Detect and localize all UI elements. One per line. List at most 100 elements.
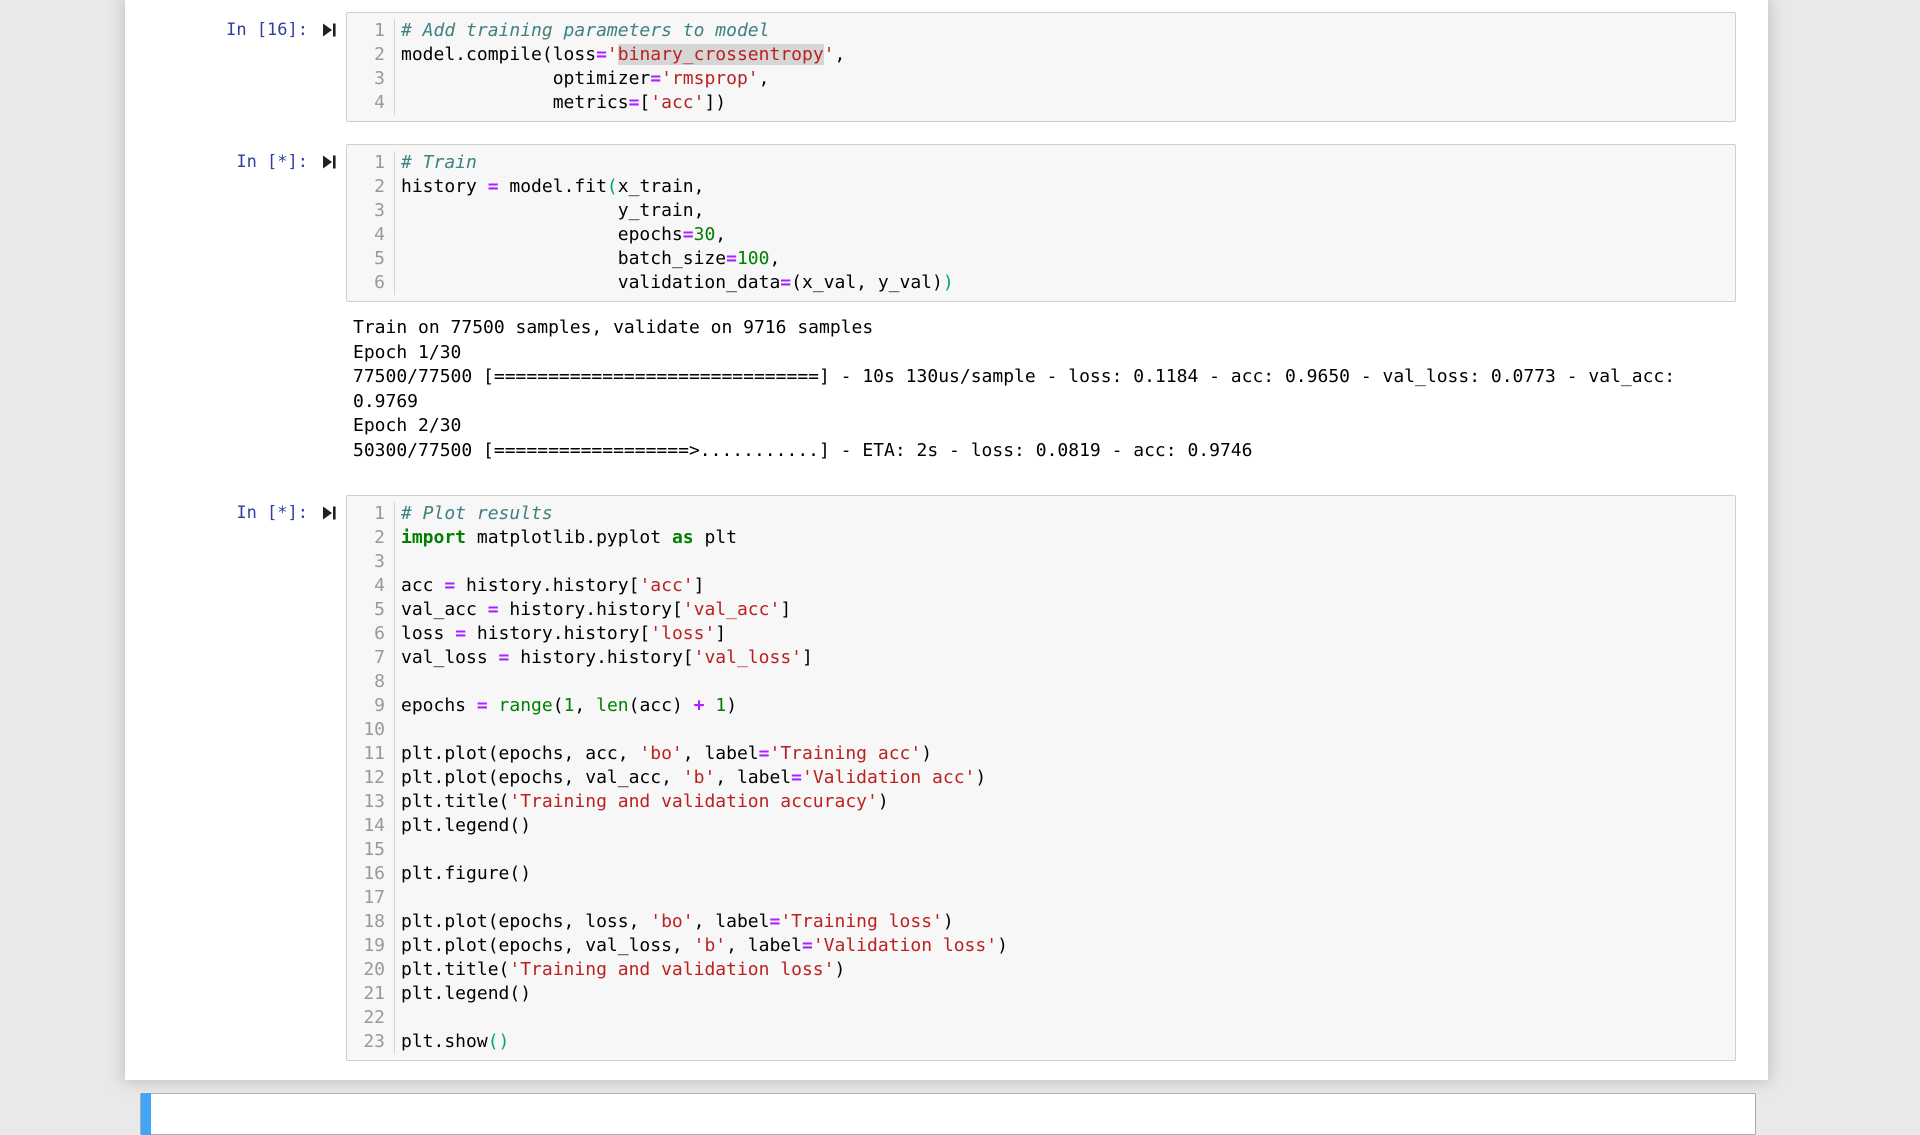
input-prompt: In [*]: [236,152,308,172]
code-line: plt.plot(epochs, loss, 'bo', label='Trai… [401,910,1735,934]
line-number: 4 [347,574,385,598]
line-number: 15 [347,838,385,862]
line-number: 22 [347,1006,385,1030]
line-number: 14 [347,814,385,838]
code-line: plt.plot(epochs, val_loss, 'b', label='V… [401,934,1735,958]
code-line: history = model.fit(x_train, [401,175,1735,199]
line-numbers: 1234 [347,19,395,115]
input-prompt: In [*]: [236,503,308,523]
input-prompt: In [16]: [226,20,308,40]
line-number: 11 [347,742,385,766]
cell-output: Train on 77500 samples, validate on 9716… [346,302,1768,463]
code-cell: In [16]:1234# Add training parameters to… [125,12,1768,122]
line-number: 17 [347,886,385,910]
line-number: 3 [347,199,385,223]
line-number: 16 [347,862,385,886]
code-line: plt.figure() [401,862,1735,886]
line-number: 1 [347,151,385,175]
code-line [401,838,1735,862]
run-cell-icon[interactable] [321,505,337,526]
code-line: # Train [401,151,1735,175]
code-line: epochs = range(1, len(acc) + 1) [401,694,1735,718]
code-cell: In [*]:123456# Trainhistory = model.fit(… [125,144,1768,463]
selected-cell-indicator [141,1093,151,1135]
code-content: # Trainhistory = model.fit(x_train, y_tr… [395,151,1735,295]
line-number: 2 [347,43,385,67]
code-editor[interactable]: 1234567891011121314151617181920212223# P… [346,495,1736,1061]
code-line: loss = history.history['loss'] [401,622,1735,646]
code-line: plt.plot(epochs, val_acc, 'b', label='Va… [401,766,1735,790]
code-line: plt.title('Training and validation loss'… [401,958,1735,982]
code-line: epochs=30, [401,223,1735,247]
line-number: 1 [347,19,385,43]
code-line: batch_size=100, [401,247,1735,271]
code-line [401,550,1735,574]
line-number: 9 [347,694,385,718]
line-number: 2 [347,175,385,199]
code-line: plt.legend() [401,814,1735,838]
code-editor[interactable]: 1234# Add training parameters to modelmo… [346,12,1736,122]
code-line: metrics=['acc']) [401,91,1735,115]
code-line: # Add training parameters to model [401,19,1735,43]
line-number: 5 [347,247,385,271]
notebook-container: In [16]:1234# Add training parameters to… [125,0,1768,1080]
line-number: 3 [347,550,385,574]
line-number: 13 [347,790,385,814]
code-content: # Plot resultsimport matplotlib.pyplot a… [395,502,1735,1054]
code-line [401,670,1735,694]
code-line: plt.legend() [401,982,1735,1006]
line-number: 6 [347,622,385,646]
line-number: 23 [347,1030,385,1054]
output-line: Epoch 1/30 [353,341,1768,366]
line-numbers: 123456 [347,151,395,295]
line-number: 12 [347,766,385,790]
line-number: 6 [347,271,385,295]
next-cell-partial[interactable] [140,1093,1756,1135]
code-line: import matplotlib.pyplot as plt [401,526,1735,550]
line-number: 21 [347,982,385,1006]
code-line: plt.title('Training and validation accur… [401,790,1735,814]
code-line: validation_data=(x_val, y_val)) [401,271,1735,295]
line-number: 4 [347,223,385,247]
line-number: 3 [347,67,385,91]
line-number: 19 [347,934,385,958]
code-line: acc = history.history['acc'] [401,574,1735,598]
line-number: 4 [347,91,385,115]
code-line: # Plot results [401,502,1735,526]
code-content: # Add training parameters to modelmodel.… [395,19,1735,115]
line-number: 20 [347,958,385,982]
code-line [401,718,1735,742]
line-number: 7 [347,646,385,670]
output-line: 0.9769 [353,390,1768,415]
code-line: val_acc = history.history['val_acc'] [401,598,1735,622]
code-line [401,1006,1735,1030]
code-editor[interactable]: 123456# Trainhistory = model.fit(x_train… [346,144,1736,302]
run-cell-icon[interactable] [321,22,337,43]
line-number: 8 [347,670,385,694]
line-numbers: 1234567891011121314151617181920212223 [347,502,395,1054]
output-line: Train on 77500 samples, validate on 9716… [353,316,1768,341]
code-cell: In [*]:123456789101112131415161718192021… [125,495,1768,1061]
cell-input-row: In [16]:1234# Add training parameters to… [125,12,1768,122]
output-line: 77500/77500 [===========================… [353,365,1768,390]
line-number: 2 [347,526,385,550]
output-line: 50300/77500 [==================>........… [353,439,1768,464]
line-number: 1 [347,502,385,526]
code-line: model.compile(loss='binary_crossentropy'… [401,43,1735,67]
prompt-column: In [16]: [125,12,346,43]
cell-input-row: In [*]:123456# Trainhistory = model.fit(… [125,144,1768,302]
cell-input-row: In [*]:123456789101112131415161718192021… [125,495,1768,1061]
cell-list: In [16]:1234# Add training parameters to… [125,12,1768,1061]
run-cell-icon[interactable] [321,154,337,175]
prompt-column: In [*]: [125,495,346,526]
code-line: plt.show() [401,1030,1735,1054]
code-line: y_train, [401,199,1735,223]
code-line [401,886,1735,910]
prompt-column: In [*]: [125,144,346,175]
code-line: optimizer='rmsprop', [401,67,1735,91]
line-number: 5 [347,598,385,622]
code-line: val_loss = history.history['val_loss'] [401,646,1735,670]
code-line: plt.plot(epochs, acc, 'bo', label='Train… [401,742,1735,766]
line-number: 10 [347,718,385,742]
output-line: Epoch 2/30 [353,414,1768,439]
